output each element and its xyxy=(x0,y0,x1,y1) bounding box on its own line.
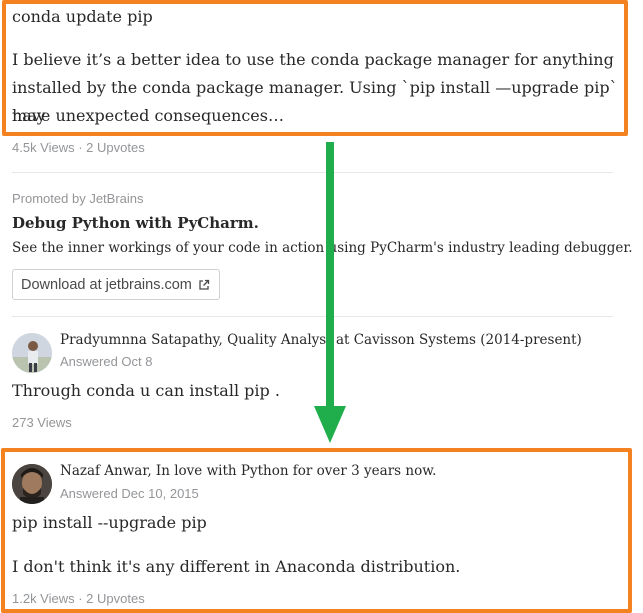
promo-title[interactable]: Debug Python with PyCharm. xyxy=(12,214,259,232)
avatar[interactable] xyxy=(12,333,52,373)
download-button[interactable]: Download at jetbrains.com xyxy=(12,269,220,300)
promoted-label: Promoted by JetBrains xyxy=(12,191,144,206)
answer3-highlight-box xyxy=(1,448,632,613)
answer1-highlight-box xyxy=(2,0,628,136)
external-link-icon xyxy=(198,279,210,291)
answer2-text: Through conda u can install pip . xyxy=(12,381,280,400)
answer2-date[interactable]: Answered Oct 8 xyxy=(60,354,153,369)
down-arrow-icon xyxy=(314,142,346,443)
answer2-stats[interactable]: 273 Views xyxy=(12,415,72,430)
answer1-stats[interactable]: 4.5k Views · 2 Upvotes xyxy=(12,140,145,155)
download-button-label: Download at jetbrains.com xyxy=(21,276,192,293)
